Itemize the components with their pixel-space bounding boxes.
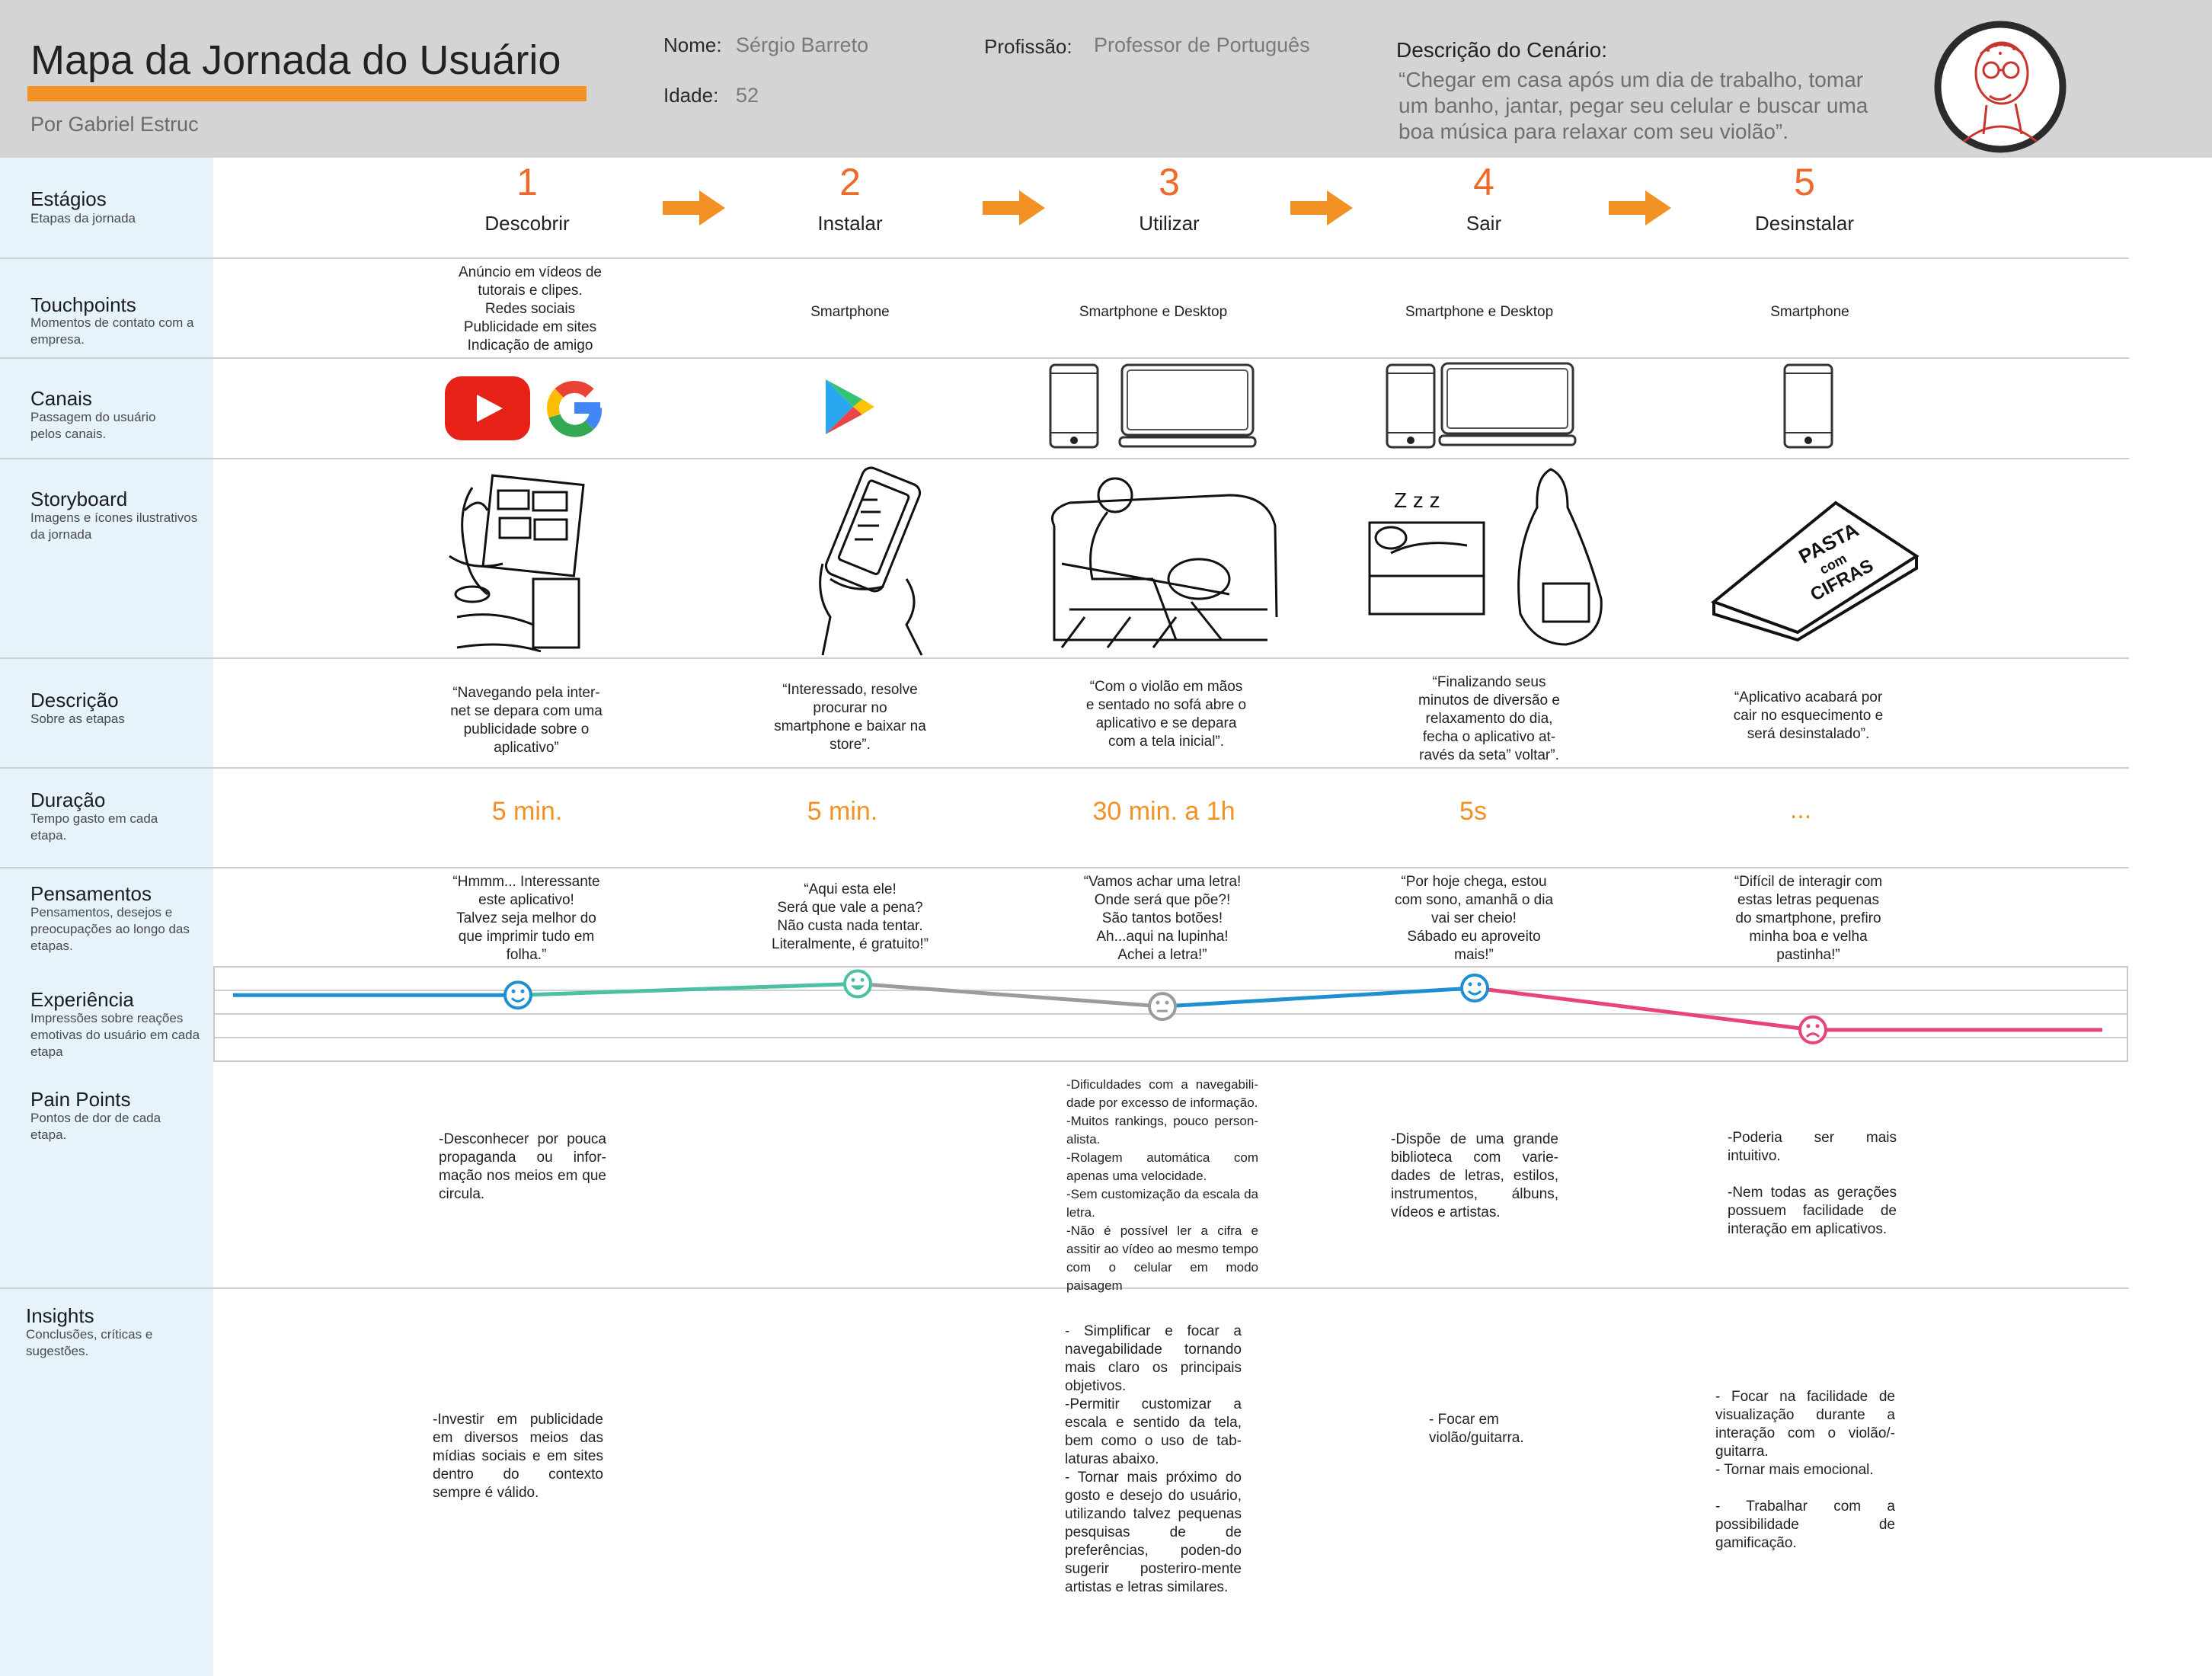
experience-segment (1474, 986, 1814, 1032)
experience-segment (857, 981, 1163, 1009)
insight-text: - Focar em violão/guitarra. (1429, 1412, 1524, 1446)
experience-segment (1162, 986, 1475, 1009)
happy-face-icon (1460, 973, 1489, 1003)
pain-point-text: -Desconhecer por pouca propaganda ou inf… (439, 1131, 606, 1202)
pain-point-text: -Dificuldades com a navegabili-dade por … (1066, 1077, 1258, 1293)
very-happy-face-icon (843, 969, 872, 999)
neutral-face-icon (1148, 992, 1177, 1022)
sad-face-icon (1798, 1015, 1827, 1044)
insight-text: - Focar na facilidade de visualização du… (1715, 1389, 1895, 1551)
insight-text: - Simplificar e focar a navegabilidade t… (1065, 1323, 1242, 1595)
pain-point-text: -Poderia ser mais intuitivo. -Nem todas … (1728, 1130, 1897, 1237)
experience-segment (517, 981, 858, 997)
pain-point-text: -Dispõe de uma grande biblioteca com var… (1391, 1131, 1558, 1220)
insight-text: -Investir em publicidade em diversos mei… (433, 1412, 603, 1501)
happy-face-icon (503, 980, 532, 1010)
